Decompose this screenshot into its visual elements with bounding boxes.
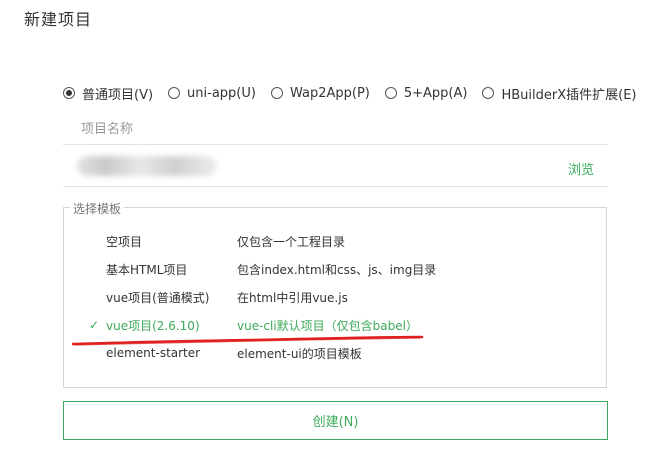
project-type-label: HBuilderX插件扩展(E) bbox=[501, 87, 637, 103]
radio-icon[interactable] bbox=[270, 87, 283, 99]
project-name-placeholder: 项目名称 bbox=[81, 122, 134, 137]
radio-icon[interactable] bbox=[482, 87, 495, 99]
project-type-label: 5+App(A) bbox=[403, 85, 468, 101]
check-icon: ✓ bbox=[89, 318, 100, 332]
create-button[interactable]: 创建(N) bbox=[63, 401, 608, 440]
template-description: 包含index.html和css、js、img目录 bbox=[237, 262, 437, 277]
template-item-basic-html[interactable]: 基本HTML项目 包含index.html和css、js、img目录 bbox=[64, 259, 606, 279]
template-name: vue项目(2.6.10) bbox=[106, 318, 200, 333]
project-name-field[interactable]: 项目名称 bbox=[63, 108, 608, 145]
browse-button[interactable]: 浏览 bbox=[568, 159, 594, 178]
project-type-label: Wap2App(P) bbox=[289, 85, 370, 101]
template-legend: 选择模板 bbox=[70, 200, 125, 217]
radio-selected-icon[interactable] bbox=[63, 87, 75, 99]
project-type-uniapp[interactable]: uni-app(U) bbox=[168, 86, 256, 101]
template-description: vue-cli默认项目（仅包含babel） bbox=[237, 318, 418, 333]
template-name: vue项目(普通模式) bbox=[106, 290, 210, 305]
template-name: 基本HTML项目 bbox=[106, 262, 188, 277]
project-type-5plusapp[interactable]: 5+App(A) bbox=[384, 85, 468, 101]
red-annotation-underline bbox=[72, 335, 424, 346]
template-name: element-starter bbox=[106, 346, 201, 360]
project-type-plugin[interactable]: HBuilderX插件扩展(E) bbox=[482, 84, 637, 103]
template-item-empty[interactable]: 空项目 仅包含一个工程目录 bbox=[64, 231, 606, 251]
template-item-vue-cli[interactable]: ✓ vue项目(2.6.10) vue-cli默认项目（仅包含babel） bbox=[64, 315, 606, 335]
project-type-normal[interactable]: 普通项目(V) bbox=[63, 84, 153, 103]
template-item-vue-normal[interactable]: vue项目(普通模式) 在html中引用vue.js bbox=[64, 287, 606, 307]
template-name: 空项目 bbox=[106, 234, 143, 249]
template-description: 在html中引用vue.js bbox=[237, 290, 348, 305]
dialog-title: 新建项目 bbox=[24, 10, 93, 29]
blurred-location-path bbox=[77, 156, 217, 176]
project-type-label: 普通项目(V) bbox=[82, 87, 154, 103]
project-type-group: 普通项目(V) uni-app(U) Wap2App(P) 5+App(A) H… bbox=[63, 84, 637, 103]
radio-icon[interactable] bbox=[168, 87, 181, 99]
project-location-field[interactable]: 浏览 bbox=[63, 146, 608, 187]
template-description: 仅包含一个工程目录 bbox=[237, 234, 346, 249]
project-type-wap2app[interactable]: Wap2App(P) bbox=[270, 85, 370, 101]
template-group: 选择模板 空项目 仅包含一个工程目录 基本HTML项目 包含index.html… bbox=[63, 200, 607, 388]
project-type-label: uni-app(U) bbox=[187, 85, 256, 101]
radio-icon[interactable] bbox=[384, 87, 397, 99]
